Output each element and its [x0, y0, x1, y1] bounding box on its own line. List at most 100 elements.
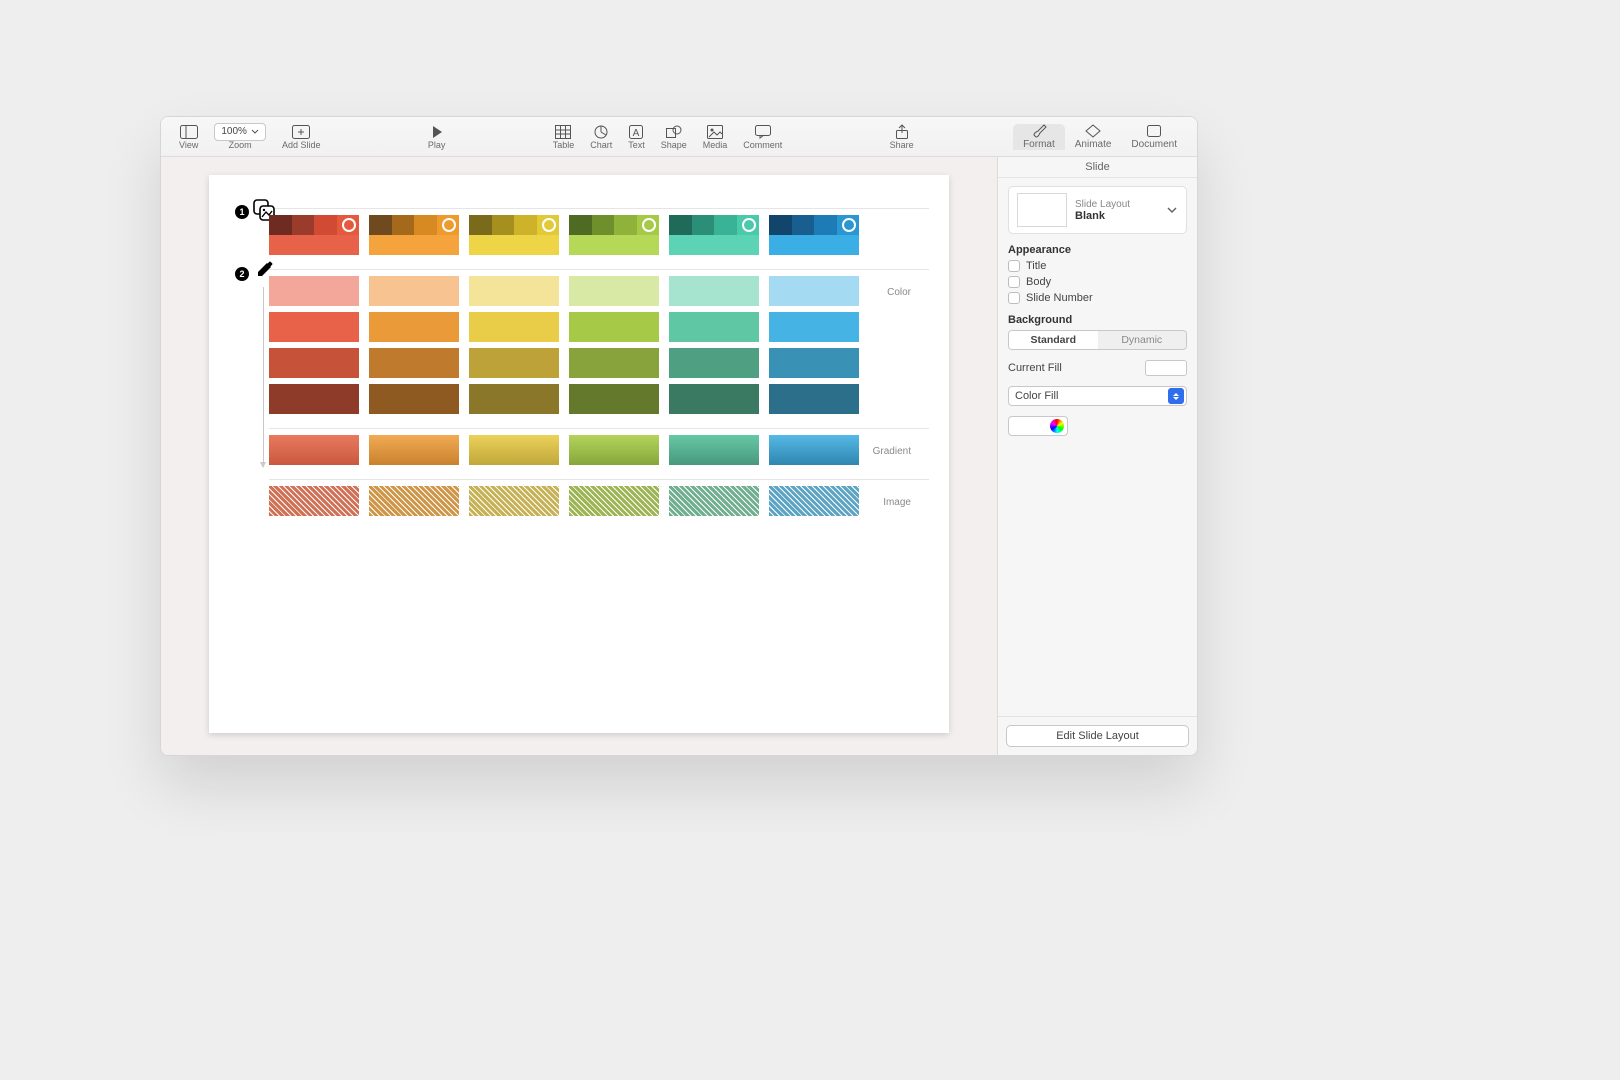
canvas-area[interactable]: 1 2 Color	[161, 157, 997, 755]
shape-button[interactable]: Shape	[653, 117, 695, 156]
view-label: View	[179, 141, 198, 150]
zoom-control[interactable]: 100% Zoom	[206, 117, 274, 156]
animate-tab[interactable]: Animate	[1065, 124, 1122, 150]
gradient-section: Gradient	[269, 428, 929, 465]
image-swatch[interactable]	[769, 486, 859, 516]
slide: 1 2 Color	[209, 175, 949, 733]
palette-chip[interactable]	[669, 215, 759, 255]
palette-chip[interactable]	[369, 215, 459, 255]
color-swatch[interactable]	[269, 312, 359, 342]
image-label: Image	[883, 497, 911, 508]
title-checkbox-row[interactable]: Title	[1008, 260, 1187, 272]
color-well[interactable]	[1008, 416, 1068, 436]
select-arrows-icon	[1168, 388, 1184, 404]
background-segmented-control[interactable]: Standard Dynamic	[1008, 330, 1187, 350]
toolbar: View 100% Zoom Add Slide Play	[161, 117, 1197, 157]
gradient-swatch[interactable]	[269, 435, 359, 465]
layout-caption: Slide Layout	[1075, 199, 1130, 210]
image-swatch[interactable]	[669, 486, 759, 516]
color-swatch[interactable]	[469, 384, 559, 414]
segment-dynamic[interactable]: Dynamic	[1098, 331, 1187, 349]
add-slide-button[interactable]: Add Slide	[274, 117, 329, 156]
table-button[interactable]: Table	[545, 117, 583, 156]
gradient-swatch[interactable]	[469, 435, 559, 465]
image-swatch[interactable]	[369, 486, 459, 516]
palette-chip[interactable]	[469, 215, 559, 255]
gradient-swatch[interactable]	[769, 435, 859, 465]
comment-button[interactable]: Comment	[735, 117, 790, 156]
step-badge-2: 2	[235, 267, 249, 281]
color-swatch[interactable]	[269, 276, 359, 306]
palette-chip[interactable]	[769, 215, 859, 255]
color-swatch[interactable]	[669, 384, 759, 414]
color-swatch[interactable]	[669, 348, 759, 378]
share-label: Share	[890, 141, 914, 150]
text-button[interactable]: A Text	[620, 117, 653, 156]
comment-icon	[755, 124, 771, 140]
color-swatch[interactable]	[569, 276, 659, 306]
color-swatch[interactable]	[769, 312, 859, 342]
text-label: Text	[628, 141, 645, 150]
color-swatch[interactable]	[469, 312, 559, 342]
chevron-down-icon	[1166, 206, 1178, 214]
body-checkbox-label: Body	[1026, 276, 1051, 288]
color-swatch[interactable]	[369, 276, 459, 306]
color-swatch[interactable]	[469, 276, 559, 306]
edit-slide-layout-button[interactable]: Edit Slide Layout	[1006, 725, 1189, 747]
inspector-tab-title: Slide	[998, 157, 1197, 178]
zoom-value-icon: 100%	[214, 124, 266, 140]
checkbox-icon	[1008, 260, 1020, 272]
color-swatch[interactable]	[269, 348, 359, 378]
color-swatch[interactable]	[769, 276, 859, 306]
color-swatch[interactable]	[569, 384, 659, 414]
image-swatch[interactable]	[269, 486, 359, 516]
color-swatch[interactable]	[669, 276, 759, 306]
gradient-swatch[interactable]	[369, 435, 459, 465]
document-tab[interactable]: Document	[1121, 124, 1187, 150]
appearance-heading: Appearance	[1008, 244, 1187, 256]
color-swatch[interactable]	[269, 384, 359, 414]
slide-number-checkbox-row[interactable]: Slide Number	[1008, 292, 1187, 304]
chart-button[interactable]: Chart	[582, 117, 620, 156]
image-swatch[interactable]	[569, 486, 659, 516]
color-swatch[interactable]	[669, 312, 759, 342]
media-icon	[707, 124, 723, 140]
color-swatch[interactable]	[369, 348, 459, 378]
share-button[interactable]: Share	[882, 117, 922, 156]
checkbox-icon	[1008, 292, 1020, 304]
media-button[interactable]: Media	[695, 117, 736, 156]
palette-section	[269, 208, 929, 255]
shape-icon	[666, 124, 682, 140]
format-tab[interactable]: Format	[1013, 124, 1065, 150]
document-label: Document	[1131, 139, 1177, 150]
color-swatch[interactable]	[469, 348, 559, 378]
palette-chip[interactable]	[269, 215, 359, 255]
gradient-swatch[interactable]	[569, 435, 659, 465]
color-swatch[interactable]	[769, 348, 859, 378]
fill-type-select[interactable]: Color Fill	[1008, 386, 1187, 406]
palette-chip[interactable]	[569, 215, 659, 255]
body-checkbox-row[interactable]: Body	[1008, 276, 1187, 288]
color-swatch[interactable]	[369, 384, 459, 414]
background-heading: Background	[1008, 314, 1187, 326]
add-slide-label: Add Slide	[282, 141, 321, 150]
document-icon	[1146, 124, 1162, 138]
inspector-panel: Slide Slide Layout Blank Appearance	[997, 157, 1197, 755]
play-button[interactable]: Play	[420, 117, 454, 156]
color-swatch[interactable]	[769, 384, 859, 414]
slide-layout-picker[interactable]: Slide Layout Blank	[1008, 186, 1187, 234]
color-swatch[interactable]	[369, 312, 459, 342]
sidebar-icon	[180, 124, 198, 140]
play-icon	[431, 124, 443, 140]
slide-number-checkbox-label: Slide Number	[1026, 292, 1093, 304]
color-swatch[interactable]	[569, 312, 659, 342]
current-fill-swatch[interactable]	[1145, 360, 1187, 376]
svg-text:A: A	[633, 128, 640, 139]
gradient-swatch[interactable]	[669, 435, 759, 465]
color-swatch[interactable]	[569, 348, 659, 378]
image-swatch[interactable]	[469, 486, 559, 516]
checkbox-icon	[1008, 276, 1020, 288]
current-fill-label: Current Fill	[1008, 362, 1062, 374]
segment-standard[interactable]: Standard	[1009, 331, 1098, 349]
view-button[interactable]: View	[171, 117, 206, 156]
